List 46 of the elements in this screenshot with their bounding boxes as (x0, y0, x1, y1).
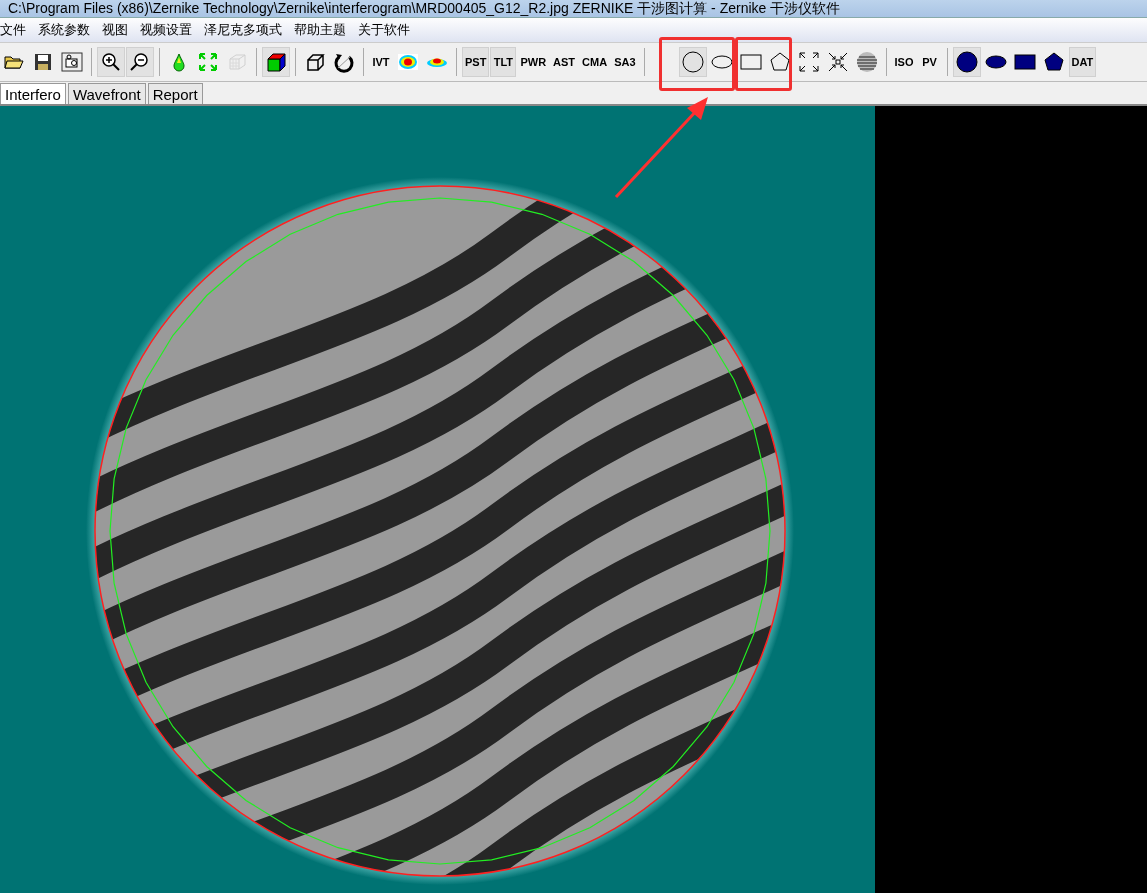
tab[interactable]: Wavefront (67, 83, 146, 104)
toolbar-button[interactable]: TLT (490, 47, 517, 77)
toolbar-button[interactable] (126, 47, 154, 77)
menu-item[interactable]: 视图 (96, 21, 134, 39)
menu-item[interactable]: 系统参数 (32, 21, 96, 39)
filled-pentagon-icon (1042, 51, 1065, 73)
tab[interactable]: Interfero (0, 83, 66, 104)
toolbar-button[interactable]: SA3 (611, 47, 639, 77)
toolbar-button[interactable]: PST (462, 47, 490, 77)
zoom-out-icon (129, 51, 151, 73)
color-map-icon (397, 51, 419, 73)
toolbar-button[interactable]: CMA (579, 47, 611, 77)
tab[interactable]: Report (147, 83, 203, 104)
mesh-cube-icon (226, 51, 248, 73)
rotate-icon (333, 51, 355, 73)
fringe-sphere-icon (855, 51, 878, 73)
toolbar-button[interactable] (678, 47, 707, 77)
menu-item[interactable]: 泽尼克多项式 (198, 21, 288, 39)
camera-icon (61, 51, 83, 73)
toolbar-button[interactable]: DAT (1068, 47, 1097, 77)
filled-circle-icon (955, 51, 978, 73)
save-icon (32, 51, 54, 73)
filled-rectangle-icon (1013, 51, 1036, 73)
menu-item[interactable]: 关于软件 (352, 21, 416, 39)
toolbar-button[interactable]: PWR (517, 47, 550, 77)
zoom-in-icon (100, 51, 122, 73)
toolbar-button[interactable]: AST (550, 47, 579, 77)
cube-icon (304, 51, 326, 73)
window-title: C:\Program Files (x86)\Zernike Technology\Zernike\interferogram\MRD00405_G12_R2.jpg ZERNIKE 干涉图计算 - Zernike 干涉仪软件 (8, 0, 841, 17)
toolbar-button[interactable]: PV (917, 47, 942, 77)
expand-icon (797, 51, 820, 73)
color-cube-icon (265, 51, 287, 73)
pentagon-icon (768, 51, 791, 73)
toolbar-button[interactable]: IVT (369, 47, 393, 77)
toolbar-button[interactable] (262, 47, 290, 77)
toolbar-button[interactable] (952, 47, 981, 77)
toolbar-button[interactable]: ISO (891, 47, 917, 77)
expand-icon (197, 51, 219, 73)
shrink-icon (826, 51, 849, 73)
circle-icon (681, 51, 704, 73)
menu-item[interactable]: 文件 (0, 21, 32, 39)
toolbar-button[interactable] (97, 47, 125, 77)
menu-item[interactable]: 视频设置 (134, 21, 198, 39)
menu-item[interactable]: 帮助主题 (288, 21, 352, 39)
highlight-box (735, 37, 792, 91)
rectangle-icon (739, 51, 762, 73)
